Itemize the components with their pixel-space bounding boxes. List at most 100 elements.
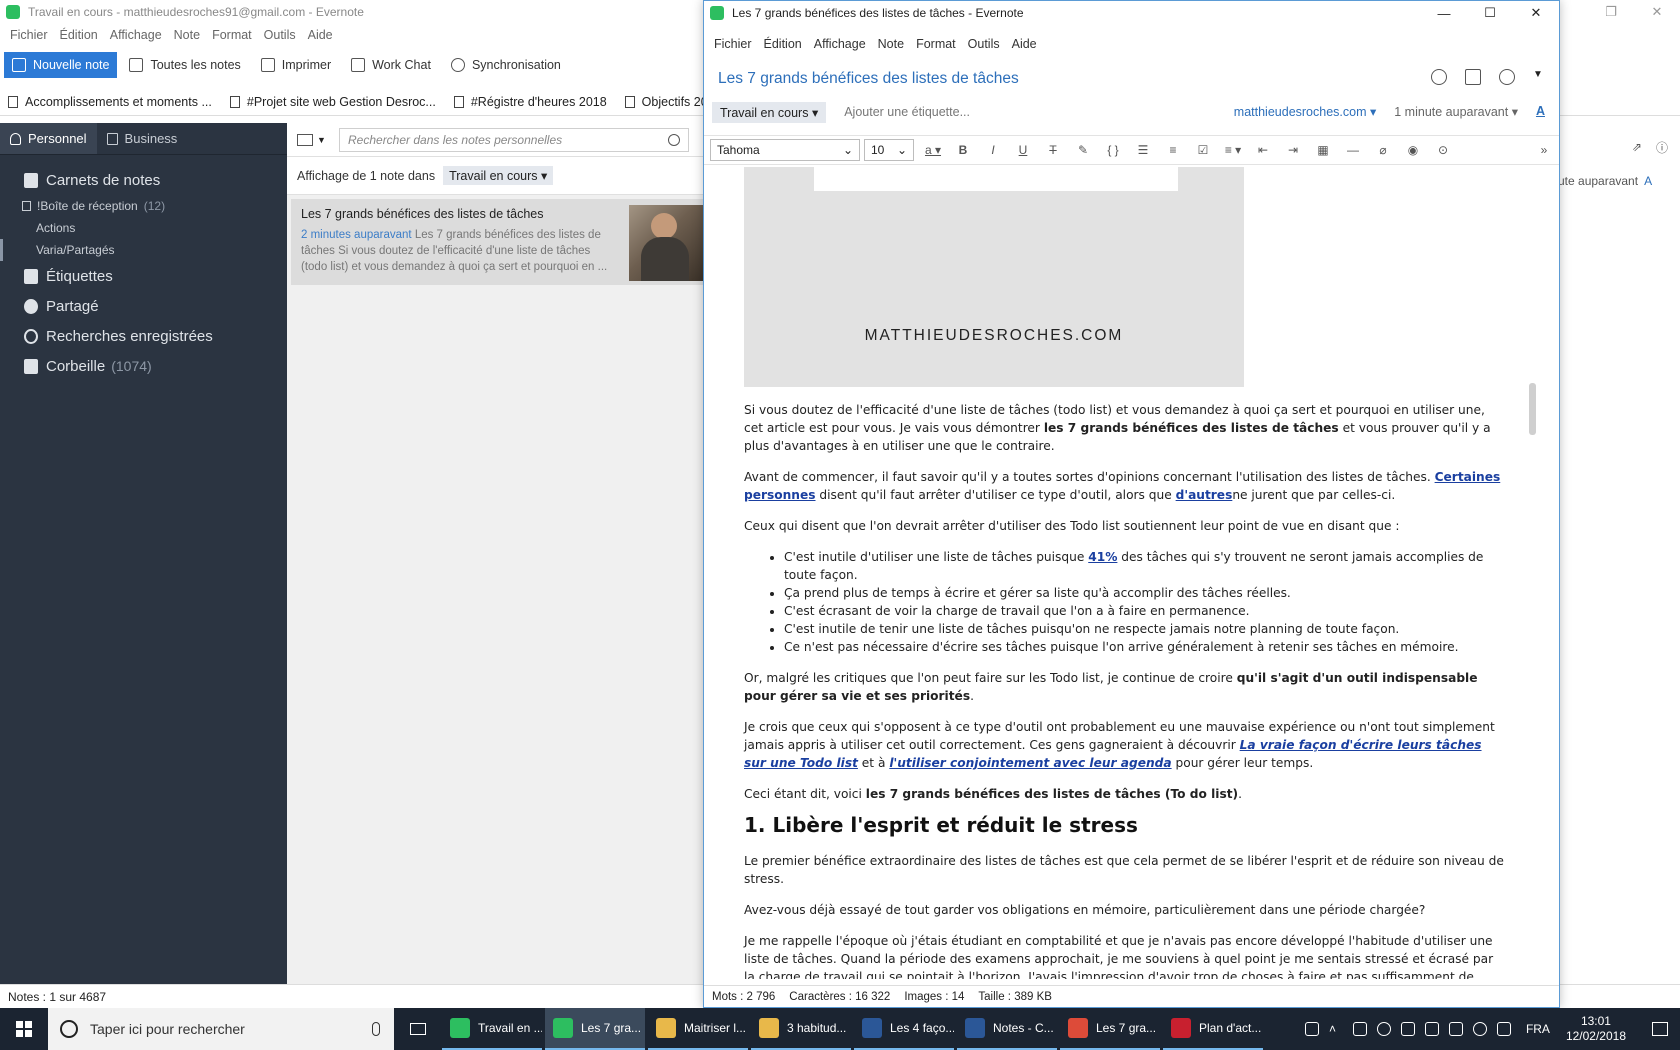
menu-aide[interactable]: Aide [1006,37,1043,51]
sidebar-item-saved-searches[interactable]: Recherches enregistrées [0,321,287,351]
outdent-icon[interactable]: ⇤ [1248,139,1278,161]
code-icon[interactable]: { } [1098,139,1128,161]
notebook-filter-dropdown[interactable]: Travail en cours ▾ [443,166,554,185]
taskbar-app[interactable]: Travail en ... [442,1008,542,1050]
notebook-select[interactable]: Travail en cours ▾ [712,101,827,123]
menu-edition[interactable]: Édition [54,28,104,42]
info-icon[interactable]: ⓘ [1656,139,1668,156]
align-icon[interactable]: ≡ ▾ [1218,139,1248,161]
clock[interactable]: 13:01 12/02/2018 [1566,1014,1626,1044]
taskbar-app[interactable]: Plan d'act... [1163,1008,1263,1050]
start-button[interactable] [0,1008,48,1050]
minimize-icon[interactable]: — [1421,1,1467,25]
menu-format[interactable]: Format [206,28,258,42]
people-icon[interactable] [1304,1022,1319,1036]
menu-note[interactable]: Note [168,28,206,42]
bullet-list-icon[interactable]: ☰ [1128,139,1158,161]
sidebar-item-tags[interactable]: Étiquettes [0,261,287,291]
sidebar-item-inbox[interactable]: !Boîte de réception (12) [0,195,287,217]
onedrive-icon[interactable] [1496,1022,1511,1036]
account-dropdown[interactable]: matthieudesroches.com ▾ [1234,104,1376,119]
italic-icon[interactable]: I [978,139,1008,161]
taskbar-app[interactable]: Les 7 gra... [1060,1008,1160,1050]
modified-dropdown[interactable]: 1 minute auparavant ▾ [1394,104,1518,119]
camera-icon[interactable]: ◉ [1398,139,1428,161]
menu-outils[interactable]: Outils [258,28,302,42]
sync-button[interactable]: Synchronisation [443,52,569,78]
pdf-icon[interactable] [1352,1022,1367,1036]
more-options-icon[interactable]: » [1529,139,1559,161]
link-agenda[interactable]: l'utiliser conjointement avec leur agend… [889,756,1171,770]
network-icon[interactable] [1448,1022,1463,1036]
checkbox-icon[interactable]: ☑ [1188,139,1218,161]
menu-affichage[interactable]: Affichage [104,28,168,42]
menu-outils[interactable]: Outils [962,37,1006,51]
more-icon[interactable]: ▼ [1533,69,1549,85]
close-icon[interactable]: ✕ [1513,1,1559,25]
taskbar-app[interactable]: Maitriser l... [648,1008,748,1050]
language-indicator[interactable]: FRA [1526,1022,1550,1036]
taskbar-app[interactable]: Les 4 faço... [854,1008,954,1050]
taskbar-app[interactable]: Les 7 gra... [545,1008,645,1050]
note-title[interactable]: Les 7 grands bénéfices des listes de tâc… [718,70,1019,88]
tab-personal[interactable]: Personnel [0,123,97,154]
font-family-select[interactable]: Tahoma ⌄ [710,139,860,161]
menu-aide[interactable]: Aide [302,28,339,42]
share-icon[interactable]: ⇗ [1632,140,1642,154]
print-button[interactable]: Imprimer [253,52,339,78]
taskbar-app[interactable]: 3 habitud... [751,1008,851,1050]
new-note-button[interactable]: Nouvelle note [4,52,118,78]
menu-edition[interactable]: Édition [758,37,808,51]
sidebar-item-actions[interactable]: Actions [0,217,287,239]
all-notes-button[interactable]: Toutes les notes [121,52,248,78]
horizontal-rule-icon[interactable]: — [1338,139,1368,161]
menu-affichage[interactable]: Affichage [808,37,872,51]
attachment-icon[interactable]: ⌀ [1368,139,1398,161]
shortcut-item[interactable]: #Projet site web Gestion Desroc... [229,95,436,109]
text-color-icon[interactable]: a ▾ [918,139,948,161]
note-body[interactable]: MATTHIEUDESROCHES.COM Si vous doutez de … [704,167,1544,979]
cloud-icon[interactable] [1472,1022,1487,1036]
table-icon[interactable]: ▦ [1308,139,1338,161]
add-tag-input[interactable]: Ajouter une étiquette... [844,105,970,119]
close-icon[interactable]: ✕ [1634,0,1680,24]
font-size-select[interactable]: 10 ⌄ [864,139,914,161]
strikethrough-icon[interactable]: T [1038,139,1068,161]
menu-format[interactable]: Format [910,37,962,51]
reminder-icon[interactable] [1431,69,1447,85]
share-icon[interactable] [1465,69,1481,85]
color-icon[interactable] [1376,1022,1391,1036]
link-41-percent[interactable]: 41% [1088,550,1117,564]
encrypt-icon[interactable]: ⊙ [1428,139,1458,161]
taskbar-search[interactable]: Taper ici pour rechercher [48,1008,394,1050]
bold-icon[interactable]: B [948,139,978,161]
task-view-button[interactable] [394,1008,442,1050]
taskbar-app[interactable]: Notes - C... [957,1008,1057,1050]
sidebar-item-varia[interactable]: Varia/Partagés [0,239,287,261]
highlight-icon[interactable]: ✎ [1068,139,1098,161]
menu-fichier[interactable]: Fichier [708,37,758,51]
maximize-icon[interactable]: ☐ [1467,1,1513,25]
action-center-button[interactable] [1640,1008,1680,1050]
tab-business[interactable]: Business [97,123,188,154]
wifi-icon[interactable] [1400,1022,1415,1036]
format-text-icon[interactable]: A [1536,104,1545,119]
scrollbar[interactable] [1529,383,1536,435]
sidebar-item-trash[interactable]: Corbeille (1074) [0,351,287,381]
info-icon[interactable] [1499,69,1515,85]
work-chat-button[interactable]: Work Chat [343,52,439,78]
sidebar-item-shared[interactable]: Partagé [0,291,287,321]
shortcut-item[interactable]: Accomplissements et moments ... [8,95,212,109]
note-card[interactable]: Les 7 grands bénéfices des listes de tâc… [291,199,703,285]
chevron-up-icon[interactable]: ˄ [1329,1022,1343,1036]
note-search-input[interactable]: Rechercher dans les notes personnelles [339,127,689,152]
indent-icon[interactable]: ⇥ [1278,139,1308,161]
restore-icon[interactable]: ❐ [1588,0,1634,24]
volume-icon[interactable] [1424,1022,1439,1036]
microphone-icon[interactable] [372,1022,380,1036]
view-options-button[interactable]: ▼ [297,131,327,149]
shortcut-item[interactable]: #Régistre d'heures 2018 [453,95,607,109]
format-icon[interactable]: A [1644,174,1652,188]
menu-note[interactable]: Note [872,37,910,51]
menu-fichier[interactable]: Fichier [4,28,54,42]
